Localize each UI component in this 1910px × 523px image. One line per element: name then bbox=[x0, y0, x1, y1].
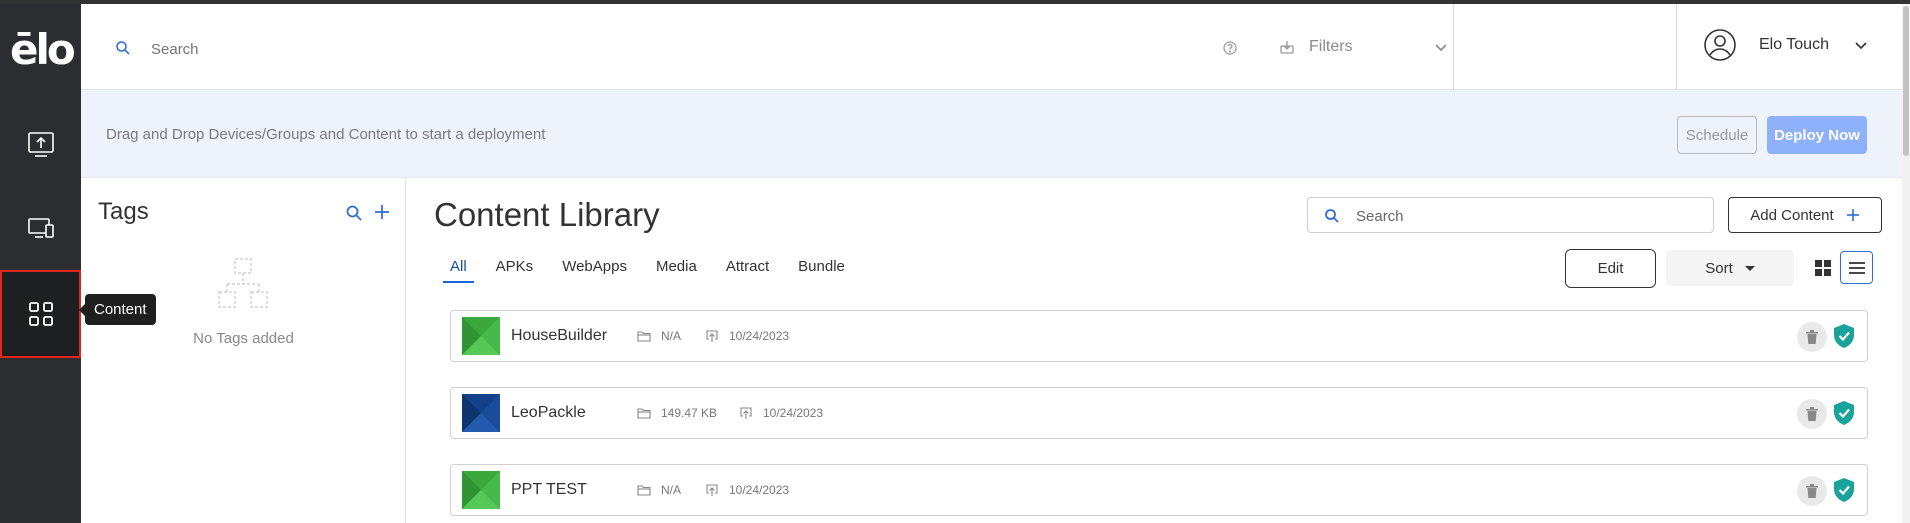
tab-all[interactable]: All bbox=[443, 258, 474, 283]
folder-icon bbox=[637, 408, 651, 419]
grid-apps-icon bbox=[28, 302, 53, 326]
no-tags-message: No Tags added bbox=[193, 330, 294, 347]
tags-panel: Tags No Tags added bbox=[81, 178, 406, 523]
tab-bundle[interactable]: Bundle bbox=[798, 258, 845, 283]
delete-button[interactable] bbox=[1797, 322, 1827, 352]
content-size: N/A bbox=[637, 329, 681, 343]
tags-title: Tags bbox=[98, 198, 149, 225]
edit-button[interactable]: Edit bbox=[1565, 249, 1656, 288]
chevron-down-icon bbox=[1855, 42, 1867, 50]
list-view-icon bbox=[1848, 261, 1865, 274]
page-title: Content Library bbox=[434, 196, 660, 233]
nav-deploy-button[interactable] bbox=[0, 100, 81, 188]
top-bar: Filters Elo Touch bbox=[81, 4, 1910, 90]
content-size-value: N/A bbox=[661, 329, 682, 343]
page-scrollbar[interactable] bbox=[1902, 4, 1910, 523]
tab-media[interactable]: Media bbox=[656, 258, 697, 283]
caret-down-icon bbox=[1744, 265, 1755, 271]
deployment-banner: Drag and Drop Devices/Groups and Content… bbox=[81, 90, 1902, 178]
content-size: N/A bbox=[637, 483, 681, 497]
filter-download-icon bbox=[1280, 41, 1294, 54]
content-name: PPT TEST bbox=[511, 481, 587, 498]
content-date-value: 10/24/2023 bbox=[729, 329, 790, 343]
verified-shield-icon bbox=[1834, 324, 1854, 348]
tab-apks[interactable]: APKs bbox=[496, 258, 534, 283]
search-icon[interactable] bbox=[345, 204, 363, 222]
global-search-input[interactable] bbox=[151, 38, 851, 60]
content-size-value: N/A bbox=[661, 483, 682, 497]
library-search-input[interactable] bbox=[1356, 205, 1686, 227]
elo-logo: ēlo bbox=[10, 25, 76, 74]
trash-icon bbox=[1806, 330, 1818, 344]
content-size-value: 149.47 KB bbox=[661, 406, 718, 420]
upload-icon bbox=[706, 330, 718, 342]
content-date: 10/24/2023 bbox=[705, 483, 789, 497]
content-date-value: 10/24/2023 bbox=[729, 483, 790, 497]
trash-icon bbox=[1806, 484, 1818, 498]
list-item[interactable]: LeoPackle 149.47 KB 10/24/2023 bbox=[450, 387, 1868, 439]
folder-icon bbox=[637, 331, 651, 342]
sort-label: Sort bbox=[1705, 259, 1733, 277]
add-content-label: Add Content bbox=[1750, 206, 1834, 224]
content-thumbnail bbox=[462, 317, 500, 355]
schedule-button[interactable]: Schedule bbox=[1677, 116, 1757, 154]
add-content-button[interactable]: Add Content bbox=[1728, 197, 1882, 233]
grid-view-icon[interactable] bbox=[1814, 259, 1832, 277]
devices-icon bbox=[27, 218, 54, 238]
content-size: 149.47 KB bbox=[637, 406, 717, 420]
deploy-now-button[interactable]: Deploy Now bbox=[1767, 116, 1867, 154]
content-name: LeoPackle bbox=[511, 404, 586, 421]
verified-shield-icon bbox=[1834, 401, 1854, 425]
folder-icon bbox=[637, 485, 651, 496]
content-date: 10/24/2023 bbox=[739, 406, 823, 420]
topbar-divider bbox=[1676, 4, 1677, 90]
deployment-hint: Drag and Drop Devices/Groups and Content… bbox=[106, 126, 546, 143]
left-nav-rail: ēlo bbox=[0, 4, 81, 523]
scrollbar-thumb[interactable] bbox=[1903, 6, 1909, 156]
content-thumbnail bbox=[462, 394, 500, 432]
search-icon bbox=[1325, 209, 1339, 223]
plus-icon[interactable] bbox=[372, 202, 392, 222]
user-name: Elo Touch bbox=[1759, 36, 1829, 53]
content-date: 10/24/2023 bbox=[705, 329, 789, 343]
upload-icon bbox=[740, 407, 752, 419]
hierarchy-icon bbox=[218, 258, 268, 308]
nav-content-button[interactable] bbox=[0, 270, 81, 358]
content-name: HouseBuilder bbox=[511, 327, 608, 344]
verified-shield-icon bbox=[1834, 478, 1854, 502]
delete-button[interactable] bbox=[1797, 399, 1827, 429]
filters-dropdown[interactable]: Filters bbox=[1279, 34, 1449, 60]
plus-icon bbox=[1846, 209, 1859, 221]
user-avatar-icon bbox=[1704, 29, 1736, 61]
tab-attract[interactable]: Attract bbox=[726, 258, 769, 283]
tab-webapps[interactable]: WebApps bbox=[562, 258, 627, 283]
delete-button[interactable] bbox=[1797, 476, 1827, 506]
upload-screen-icon bbox=[27, 132, 54, 157]
list-item[interactable]: HouseBuilder N/A 10/24/2023 bbox=[450, 310, 1868, 362]
sort-dropdown[interactable]: Sort bbox=[1666, 250, 1794, 286]
trash-icon bbox=[1806, 407, 1818, 421]
content-thumbnail bbox=[462, 471, 500, 509]
list-item[interactable]: PPT TEST N/A 10/24/2023 bbox=[450, 464, 1868, 516]
search-icon bbox=[116, 41, 130, 55]
upload-icon bbox=[706, 484, 718, 496]
nav-devices-button[interactable] bbox=[0, 184, 81, 272]
app-window: ēlo Content Search Filters Elo Touch Dra… bbox=[0, 0, 1910, 523]
content-type-tabs: All APKs WebApps Media Attract Bundle bbox=[443, 258, 874, 283]
topbar-divider bbox=[1453, 4, 1454, 90]
user-menu[interactable]: Elo Touch bbox=[1703, 28, 1869, 62]
content-date-value: 10/24/2023 bbox=[763, 406, 824, 420]
filters-label: Filters bbox=[1309, 38, 1353, 55]
chevron-down-icon bbox=[1434, 44, 1447, 52]
help-icon[interactable] bbox=[1222, 40, 1238, 56]
library-search[interactable] bbox=[1307, 197, 1714, 233]
list-view-button[interactable] bbox=[1840, 251, 1873, 284]
